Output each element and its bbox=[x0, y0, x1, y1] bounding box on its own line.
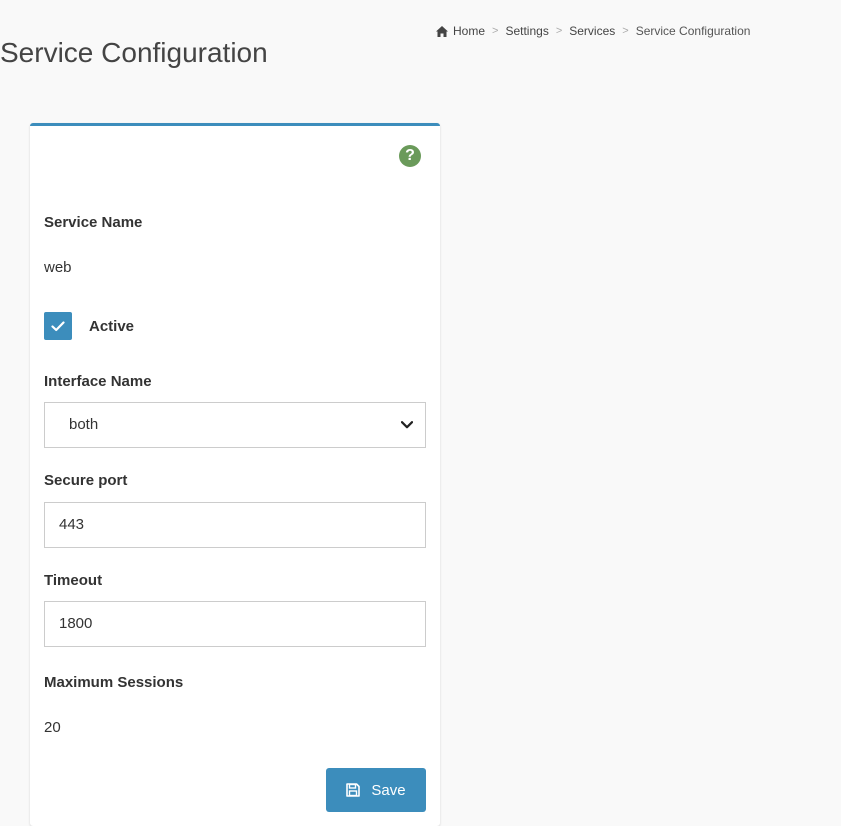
save-button[interactable]: Save bbox=[326, 768, 426, 812]
breadcrumb-current: Service Configuration bbox=[635, 24, 751, 38]
active-checkbox-row[interactable]: Active bbox=[44, 312, 134, 340]
save-icon bbox=[346, 783, 361, 797]
save-label: Save bbox=[371, 781, 406, 799]
home-icon bbox=[436, 25, 448, 37]
active-checkbox[interactable] bbox=[44, 312, 72, 340]
service-name-value: web bbox=[44, 259, 72, 276]
secure-port-label: Secure port bbox=[44, 472, 128, 489]
breadcrumb-separator: > bbox=[555, 25, 563, 37]
breadcrumb-settings[interactable]: Settings bbox=[505, 24, 548, 38]
breadcrumb-home[interactable]: Home bbox=[453, 24, 485, 38]
breadcrumb-separator: > bbox=[492, 25, 499, 37]
service-name-label: Service Name bbox=[44, 214, 143, 231]
service-config-panel: ? Service Name web Active Interface Name… bbox=[30, 123, 440, 826]
timeout-input[interactable]: 1800 bbox=[44, 601, 426, 647]
check-icon bbox=[51, 320, 65, 331]
help-icon[interactable]: ? bbox=[399, 145, 421, 167]
interface-name-label: Interface Name bbox=[44, 373, 152, 390]
interface-name-select[interactable]: both bbox=[44, 402, 426, 448]
page-title: Service Configuration bbox=[0, 37, 268, 68]
maximum-sessions-label: Maximum Sessions bbox=[44, 674, 184, 691]
timeout-label: Timeout bbox=[44, 572, 103, 589]
chevron-down-icon bbox=[401, 421, 413, 429]
breadcrumb: Home > Settings > Services > Service Con… bbox=[436, 24, 841, 38]
maximum-sessions-value: 20 bbox=[44, 719, 61, 736]
secure-port-input[interactable]: 443 bbox=[44, 502, 426, 548]
active-label: Active bbox=[89, 317, 135, 335]
interface-name-value: both bbox=[69, 416, 99, 433]
breadcrumb-separator: > bbox=[622, 25, 629, 37]
breadcrumb-services[interactable]: Services bbox=[569, 24, 615, 38]
